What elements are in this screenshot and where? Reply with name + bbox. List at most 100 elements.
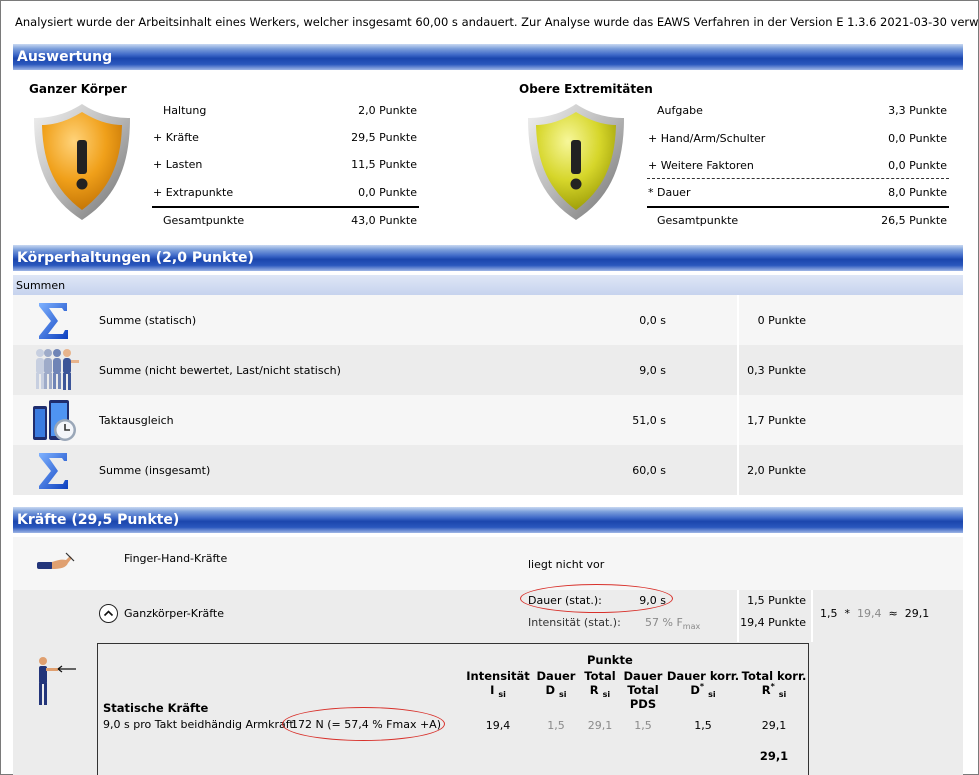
oe-row-label: + Hand/Arm/Schulter	[648, 132, 766, 145]
punkte-header: Punkte	[587, 653, 633, 667]
formula-factor-b: 19,4	[857, 607, 882, 620]
warning-shield-orange-icon	[34, 104, 130, 220]
tablet-clock-icon	[33, 400, 76, 441]
column-divider	[737, 590, 739, 642]
statische-kraefte-title: Statische Kräfte	[103, 701, 209, 715]
col-dauer-total-label: Dauer	[623, 669, 663, 683]
chevron-up-icon	[103, 610, 114, 617]
summen-row-label: Taktausgleich	[99, 414, 174, 427]
oe-total-label: Gesamtpunkte	[657, 214, 739, 227]
workers-motion-icon	[36, 349, 79, 390]
gk-row-label: + Lasten	[153, 158, 203, 171]
val-intensitaet: 19,4	[485, 719, 511, 732]
gk-row-value: 2,0 Punkte	[358, 104, 417, 117]
intensitaet-stat-label: Intensität (stat.):	[528, 616, 621, 629]
ganzkoerper-points-1: 1,5 Punkte	[747, 594, 806, 607]
summen-row-label: Summe (statisch)	[99, 314, 197, 327]
whole-body-force-icon	[39, 657, 76, 705]
section-header-kraefte: Kräfte (29,5 Punkte)	[13, 507, 963, 533]
col-total-label: Total	[584, 669, 616, 683]
gk-row-label: + Kräfte	[153, 131, 199, 144]
summen-row-points: 0,3 Punkte	[747, 364, 806, 377]
oe-total-value: 26,5 Punkte	[881, 214, 947, 227]
intensitaet-stat-number: 57 % F	[645, 616, 683, 629]
oe-row-value: 0,0 Punkte	[888, 132, 947, 145]
summen-row-points: 1,7 Punkte	[747, 414, 806, 427]
col-intensitaet: Intensität I si	[458, 669, 538, 699]
ganzkoerper-label: Ganzkörper-Kräfte	[124, 607, 225, 620]
col-intensitaet-symbol: I	[490, 683, 495, 697]
formula-approx: ≈	[888, 607, 898, 620]
warning-shield-yellow-icon	[528, 104, 624, 220]
oe-row-label: + Weitere Faktoren	[648, 159, 754, 172]
total-divider	[647, 206, 949, 208]
oe-row-label: * Dauer	[648, 186, 691, 199]
col-sub: si	[602, 690, 611, 699]
summen-row-points: 0 Punkte	[757, 314, 806, 327]
val-dauer-total: 1,5	[634, 719, 652, 732]
annotation-ellipse	[282, 707, 445, 741]
gk-total-value: 43,0 Punkte	[351, 214, 417, 227]
gk-row-value: 0,0 Punkte	[358, 186, 417, 199]
column-divider	[811, 590, 813, 642]
intensitaet-stat-sub: max	[682, 622, 701, 631]
col-dauer-korr-symbol: D	[690, 683, 700, 697]
col-dauer-total-label-3: PDS	[629, 697, 657, 711]
col-sub: si	[498, 690, 506, 699]
gk-row-label: + Extrapunkte	[153, 186, 234, 199]
val-total-korr: 29,1	[761, 719, 787, 732]
col-dauer-total-label-2: Total	[627, 683, 659, 697]
annotation-ellipse	[520, 584, 673, 613]
col-total-korr-symbol: R	[761, 683, 771, 697]
val-total: 29,1	[587, 719, 613, 732]
col-total-symbol: R	[589, 683, 599, 697]
formula-operator: *	[844, 607, 851, 620]
oe-row-value: 0,0 Punkte	[888, 159, 947, 172]
col-total: Total R si	[579, 669, 621, 699]
section-header-koerperhaltungen: Körperhaltungen (2,0 Punkte)	[13, 245, 963, 271]
gk-total-label: Gesamtpunkte	[163, 214, 245, 227]
ganzkoerper-points-2: 19,4 Punkte	[740, 616, 806, 629]
total-divider	[152, 206, 419, 208]
summen-row-duration: 0,0 s	[639, 314, 666, 327]
summen-row-duration: 9,0 s	[639, 364, 666, 377]
summen-row-duration: 60,0 s	[632, 464, 666, 477]
finger-hand-force-icon	[37, 552, 75, 569]
col-intensitaet-label: Intensität	[466, 669, 530, 683]
column-divider	[737, 295, 739, 495]
col-sub: si	[708, 690, 716, 699]
collapse-button[interactable]	[99, 604, 118, 623]
dashed-divider	[647, 178, 949, 179]
intensitaet-stat-value: 57 % Fmax	[645, 616, 701, 631]
summen-bar	[13, 275, 963, 295]
oe-row-value: 8,0 Punkte	[888, 186, 947, 199]
col-total-korr: Total korr. R* si	[740, 669, 808, 699]
summen-label: Summen	[16, 279, 66, 292]
col-sup: *	[699, 682, 705, 691]
section-header-auswertung: Auswertung	[13, 44, 963, 70]
ganzer-koerper-title: Ganzer Körper	[29, 82, 127, 96]
gk-row-value: 29,5 Punkte	[351, 131, 417, 144]
summen-row-points: 2,0 Punkte	[747, 464, 806, 477]
col-sup: *	[770, 682, 775, 691]
finger-hand-label: Finger-Hand-Kräfte	[124, 552, 228, 565]
intro-text: Analysiert wurde der Arbeitsinhalt eines…	[15, 15, 979, 29]
col-sub: si	[778, 690, 787, 699]
sigma-icon	[39, 303, 68, 339]
gk-row-label: Haltung	[163, 104, 207, 117]
val-dauer-korr: 1,5	[694, 719, 712, 732]
oe-row-label: Aufgabe	[657, 104, 703, 117]
summen-row-duration: 51,0 s	[632, 414, 666, 427]
col-dauer-label: Dauer	[536, 669, 576, 683]
finger-hand-status: liegt nicht vor	[528, 558, 605, 571]
summen-row-label: Summe (insgesamt)	[99, 464, 211, 477]
col-dauer-total: Dauer Total PDS	[621, 669, 665, 711]
col-dauer: Dauer D si	[534, 669, 578, 699]
col-dauer-korr: Dauer korr. D* si	[666, 669, 740, 699]
oe-row-value: 3,3 Punkte	[888, 104, 947, 117]
col-total-korr-label: Total korr.	[741, 669, 807, 683]
col-dauer-symbol: D	[545, 683, 555, 697]
obere-extremitaeten-title: Obere Extremitäten	[519, 82, 653, 96]
gk-row-value: 11,5 Punkte	[351, 158, 417, 171]
ganzkoerper-formula: 1,5 * 19,4 ≈ 29,1	[820, 607, 929, 620]
